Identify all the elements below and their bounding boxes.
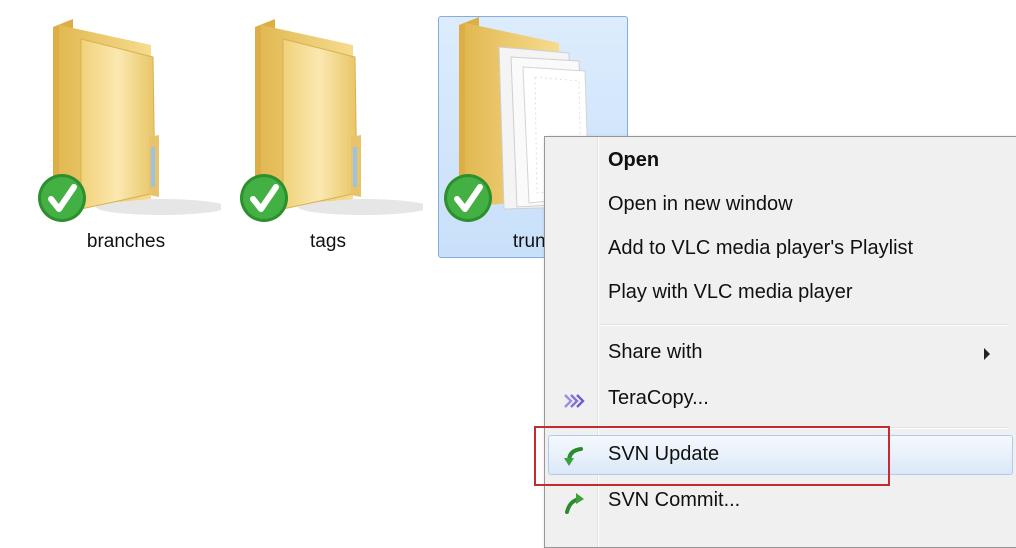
menu-item-play-with-vlc[interactable]: Play with VLC media player bbox=[548, 273, 1013, 313]
submenu-arrow-icon bbox=[984, 348, 990, 360]
menu-item-label: Open bbox=[608, 149, 660, 171]
folder-icon bbox=[31, 17, 221, 227]
menu-item-label: Share with bbox=[608, 341, 703, 363]
annotation-highlight-box bbox=[534, 426, 890, 486]
folder-label: tags bbox=[310, 231, 346, 252]
menu-item-open-new-window[interactable]: Open in new window bbox=[548, 185, 1013, 225]
folder-item-branches[interactable]: branches bbox=[30, 16, 221, 258]
svn-commit-icon bbox=[563, 492, 585, 514]
menu-item-label: Add to VLC media player's Playlist bbox=[608, 237, 914, 259]
menu-item-svn-commit[interactable]: SVN Commit... bbox=[548, 481, 1013, 521]
menu-item-label: SVN Commit... bbox=[608, 489, 741, 511]
folder-item-tags[interactable]: tags bbox=[232, 16, 423, 258]
folder-label: branches bbox=[86, 231, 166, 252]
menu-separator bbox=[601, 324, 1007, 326]
menu-item-share-with[interactable]: Share with bbox=[548, 333, 1013, 373]
folder-icon bbox=[233, 17, 423, 227]
menu-item-add-to-vlc-playlist[interactable]: Add to VLC media player's Playlist bbox=[548, 229, 1013, 269]
menu-item-label: Play with VLC media player bbox=[608, 281, 853, 303]
menu-item-teracopy[interactable]: TeraCopy... bbox=[548, 379, 1013, 419]
menu-item-label: Open in new window bbox=[608, 193, 793, 215]
context-menu: Open Open in new window Add to VLC media… bbox=[544, 136, 1016, 548]
menu-item-label: TeraCopy... bbox=[608, 387, 709, 409]
teracopy-icon bbox=[563, 390, 585, 412]
menu-item-open[interactable]: Open bbox=[548, 141, 1013, 181]
